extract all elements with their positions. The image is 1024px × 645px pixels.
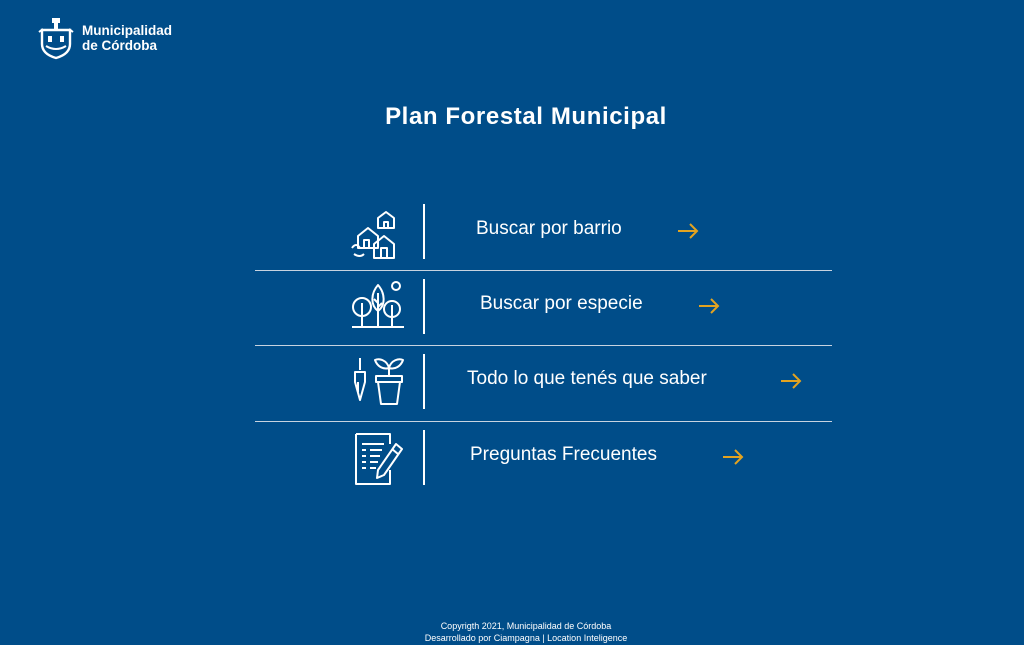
footer-copyright: Copyrigth 2021, Municipalidad de Córdoba xyxy=(440,621,612,631)
document-pencil-icon xyxy=(350,430,406,486)
page-title: Plan Forestal Municipal xyxy=(385,103,667,130)
menu-item-preguntas[interactable]: Preguntas Frecuentes xyxy=(255,422,832,496)
trees-icon xyxy=(350,279,406,335)
menu-item-buscar-barrio[interactable]: Buscar por barrio xyxy=(255,196,832,271)
logo-line-2: de Córdoba xyxy=(82,38,158,53)
municipal-crest-icon xyxy=(38,16,74,60)
menu-label: Preguntas Frecuentes xyxy=(470,444,657,465)
arrow-right-icon[interactable] xyxy=(698,296,720,316)
menu-item-todo-saber[interactable]: Todo lo que tenés que saber xyxy=(255,346,832,422)
menu-item-buscar-especie[interactable]: Buscar por especie xyxy=(255,271,832,346)
menu-divider xyxy=(423,354,425,409)
footer-developer: Desarrollado por Ciampagna | Location In… xyxy=(424,633,628,643)
plant-pot-trowel-icon xyxy=(350,354,406,410)
arrow-right-icon[interactable] xyxy=(677,221,699,241)
menu-label: Todo lo que tenés que saber xyxy=(467,368,707,389)
logo-line-1: Municipalidad xyxy=(82,23,173,38)
main-menu: Buscar por barrio Buscar por especie Tod… xyxy=(255,196,832,496)
menu-label: Buscar por especie xyxy=(480,293,643,314)
municipal-logo[interactable]: Municipalidad de Córdoba xyxy=(38,16,172,60)
menu-label: Buscar por barrio xyxy=(476,218,622,239)
arrow-right-icon[interactable] xyxy=(780,371,802,391)
footer: Copyrigth 2021, Municipalidad de Córdoba… xyxy=(0,620,1024,644)
arrow-right-icon[interactable] xyxy=(722,447,744,467)
menu-divider xyxy=(423,430,425,485)
houses-icon xyxy=(350,204,406,260)
menu-divider xyxy=(423,204,425,259)
menu-divider xyxy=(423,279,425,334)
